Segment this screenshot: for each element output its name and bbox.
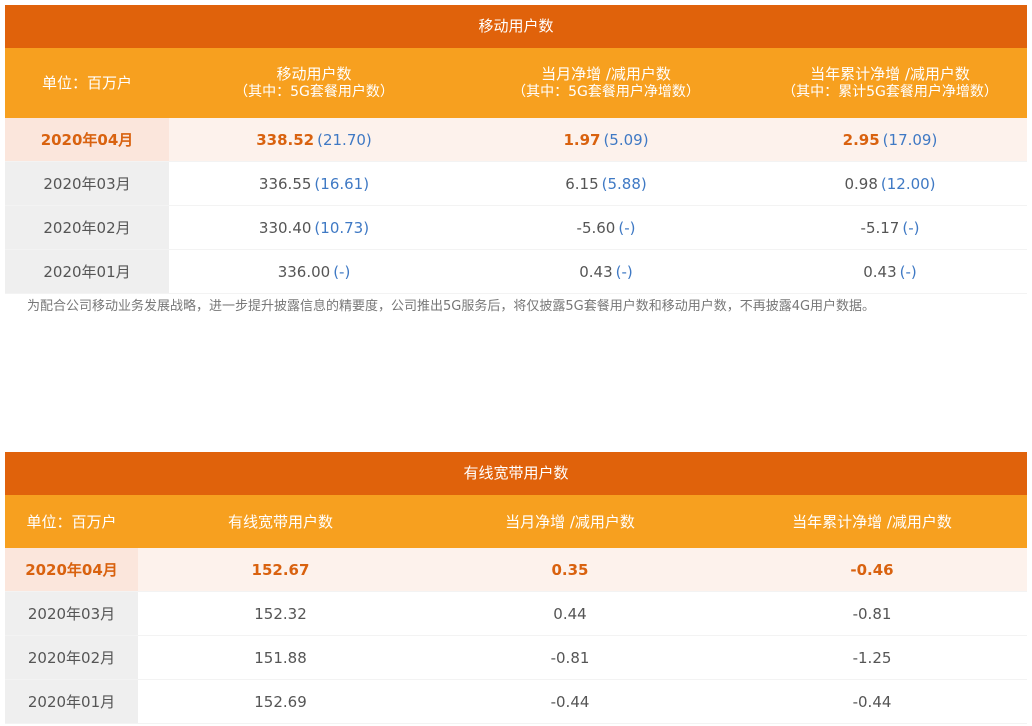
cell-mobile-users: 336.55 (16.61)	[169, 162, 459, 205]
broadband-users-table: 有线宽带用户数 单位：百万户 有线宽带用户数 当月净增 /减用户数 当年累计净增…	[5, 452, 1027, 724]
cell-ytd-net: 2.95 (17.09)	[753, 118, 1027, 161]
cell-broadband-users: 152.69	[254, 692, 307, 711]
header-mobile-users: 移动用户数 （其中：5G套餐用户数）	[169, 48, 459, 118]
cell-5g-value: (-)	[615, 262, 633, 281]
mobile-table-note: 为配合公司移动业务发展战略，进一步提升披露信息的精要度，公司推出5G服务后，将仅…	[27, 299, 876, 314]
cell-value: 338.52	[256, 130, 315, 149]
cell-ytd-net: 0.98 (12.00)	[753, 162, 1027, 205]
broadband-table-header: 单位：百万户 有线宽带用户数 当月净增 /减用户数 当年累计净增 /减用户数	[5, 495, 1027, 548]
cell-value: 1.97	[563, 130, 601, 149]
cell-monthly-net: 6.15 (5.88)	[459, 162, 753, 205]
cell-monthly-net: 0.35	[551, 560, 589, 579]
cell-5g-value: (-)	[902, 218, 920, 237]
cell-ytd-net: 0.43 (-)	[753, 250, 1027, 293]
cell-broadband-users: 152.67	[251, 560, 310, 579]
cell-mobile-users: 336.00 (-)	[169, 250, 459, 293]
cell-5g-value: (5.09)	[603, 130, 649, 149]
cell-5g-value: (5.88)	[601, 174, 647, 193]
cell-value: -5.17	[860, 218, 900, 237]
cell-monthly-net: 0.44	[553, 604, 587, 623]
mobile-users-table: 移动用户数 单位：百万户 移动用户数 （其中：5G套餐用户数） 当月净增 /减用…	[5, 5, 1027, 294]
broadband-table-title: 有线宽带用户数	[5, 452, 1027, 495]
header-sub-label: （其中：累计5G套餐用户净增数）	[782, 84, 998, 100]
cell-monthly-net: -0.81	[550, 648, 590, 667]
cell-broadband-users: 151.88	[254, 648, 307, 667]
cell-5g-value: (17.09)	[882, 130, 938, 149]
table-row: 2020年02月 330.40 (10.73) -5.60 (-) -5.17 (-)	[5, 206, 1027, 250]
mobile-table-title: 移动用户数	[5, 5, 1027, 48]
cell-5g-value: (-)	[899, 262, 917, 281]
header-sub-label: （其中：5G套餐用户数）	[234, 84, 394, 100]
cell-monthly-net: 0.43 (-)	[459, 250, 753, 293]
cell-ytd-net: -0.81	[852, 604, 892, 623]
header-monthly-net: 当月净增 /减用户数 （其中：5G套餐用户净增数）	[459, 48, 753, 118]
table-row: 2020年03月 336.55 (16.61) 6.15 (5.88) 0.98 (1…	[5, 162, 1027, 206]
header-unit: 单位：百万户	[26, 512, 117, 531]
cell-value: 6.15	[565, 174, 599, 193]
cell-ytd-net: -5.17 (-)	[753, 206, 1027, 249]
header-main-label: 当月净增 /减用户数	[541, 65, 671, 83]
header-unit-label: 单位：百万户	[41, 74, 132, 92]
cell-value: 0.43	[863, 262, 897, 281]
row-month: 2020年04月	[5, 548, 138, 591]
header-ytd-net: 当年累计净增 /减用户数	[792, 512, 952, 531]
table-row: 2020年04月 338.52 (21.70) 1.97 (5.09) 2.95 (1…	[5, 118, 1027, 162]
row-month: 2020年01月	[5, 680, 138, 723]
header-main-label: 当年累计净增 /减用户数	[810, 65, 970, 83]
cell-monthly-net: -5.60 (-)	[459, 206, 753, 249]
cell-value: 336.55	[258, 174, 312, 193]
cell-5g-value: (21.70)	[317, 130, 372, 149]
cell-value: 330.40	[258, 218, 312, 237]
table-row: 2020年02月 151.88 -0.81 -1.25	[5, 636, 1027, 680]
cell-5g-value: (12.00)	[880, 174, 936, 193]
cell-5g-value: (10.73)	[314, 218, 370, 237]
cell-value: 0.43	[579, 262, 613, 281]
table-row: 2020年01月 152.69 -0.44 -0.44	[5, 680, 1027, 724]
cell-mobile-users: 330.40 (10.73)	[169, 206, 459, 249]
row-month: 2020年02月	[5, 636, 138, 679]
cell-5g-value: (-)	[333, 262, 351, 281]
table-row: 2020年01月 336.00 (-) 0.43 (-) 0.43 (-)	[5, 250, 1027, 294]
row-month: 2020年02月	[5, 206, 169, 249]
cell-value: -5.60	[576, 218, 616, 237]
row-month: 2020年03月	[5, 592, 138, 635]
header-broadband-users: 有线宽带用户数	[227, 512, 333, 531]
cell-value: 2.95	[842, 130, 880, 149]
mobile-table-header: 单位：百万户 移动用户数 （其中：5G套餐用户数） 当月净增 /减用户数 （其中…	[5, 48, 1027, 118]
cell-5g-value: (-)	[618, 218, 636, 237]
cell-5g-value: (16.61)	[314, 174, 370, 193]
cell-mobile-users: 338.52 (21.70)	[169, 118, 459, 161]
table-row: 2020年03月 152.32 0.44 -0.81	[5, 592, 1027, 636]
cell-ytd-net: -0.44	[852, 692, 892, 711]
cell-monthly-net: 1.97 (5.09)	[459, 118, 753, 161]
table-row: 2020年04月 152.67 0.35 -0.46	[5, 548, 1027, 592]
row-month: 2020年01月	[5, 250, 169, 293]
header-main-label: 移动用户数	[276, 65, 352, 83]
cell-value: 336.00	[277, 262, 331, 281]
cell-value: 0.98	[844, 174, 878, 193]
row-month: 2020年03月	[5, 162, 169, 205]
header-sub-label: （其中：5G套餐用户净增数）	[512, 84, 700, 100]
cell-broadband-users: 152.32	[254, 604, 307, 623]
cell-ytd-net: -1.25	[852, 648, 892, 667]
header-monthly-net: 当月净增 /减用户数	[505, 512, 635, 531]
cell-monthly-net: -0.44	[550, 692, 590, 711]
header-unit: 单位：百万户	[5, 48, 169, 118]
row-month: 2020年04月	[5, 118, 169, 161]
header-ytd-net: 当年累计净增 /减用户数 （其中：累计5G套餐用户净增数）	[753, 48, 1027, 118]
cell-ytd-net: -0.46	[850, 560, 894, 579]
